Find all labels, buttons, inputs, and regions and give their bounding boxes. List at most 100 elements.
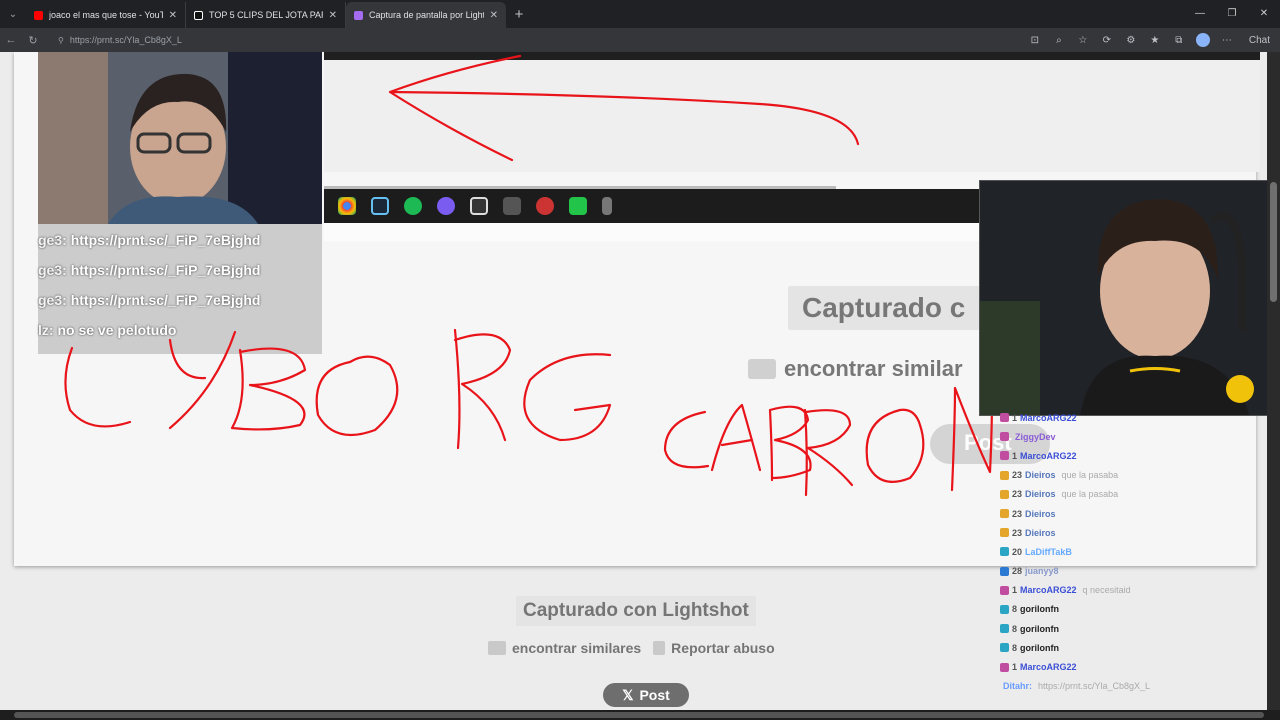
chrome-icon: [338, 197, 356, 215]
chat-num: 1: [1012, 412, 1018, 423]
badge-icon: [1000, 432, 1009, 442]
toolbar-icons: ⊡ ⌕ ☆ ⟳ ⚙ ★ ⧉ ⋯ Chat: [1023, 28, 1280, 52]
close-tab-icon[interactable]: ✕: [490, 10, 498, 21]
back-icon[interactable]: ←: [0, 34, 22, 46]
chat-row: 20 LaDiffTakB: [1000, 542, 1250, 561]
close-tab-icon[interactable]: ✕: [329, 10, 337, 21]
badge-icon: [1000, 509, 1009, 519]
stream-chat-overlay-right: 1 MarcoARG22 ZiggyDev 1 MarcoARG22 23 Dieir…: [1000, 408, 1250, 698]
scrollbar-thumb[interactable]: [1270, 182, 1277, 302]
chat-text: que la pasaba: [1061, 489, 1119, 500]
copilot-chat-button[interactable]: Chat: [1239, 35, 1280, 46]
horizontal-scrollbar[interactable]: [0, 710, 1280, 720]
report-abuse-link[interactable]: Reportar abuso: [653, 640, 775, 656]
collections-icon[interactable]: ⧉: [1167, 35, 1191, 46]
pin-app-icon: [602, 197, 612, 215]
flag-icon: [653, 641, 666, 655]
favorites-icon[interactable]: ★: [1143, 35, 1167, 46]
chat-num: 1: [1012, 662, 1018, 673]
chat-num: 23: [1012, 489, 1023, 500]
chat-row: 8 gorilonfn: [1000, 619, 1250, 638]
chat-row: ZiggyDev: [1000, 427, 1250, 446]
tiktok-icon: [194, 10, 203, 20]
tab-search-icon[interactable]: ⌄: [0, 0, 26, 28]
inner-find-similar: encontrar similar: [748, 356, 963, 382]
find-similar-link[interactable]: encontrar similares: [488, 640, 641, 656]
chat-text: que la pasaba: [1061, 470, 1119, 481]
tab-tiktok[interactable]: TOP 5 CLIPS DEL JOTA PARTE 2 | T ✕: [186, 2, 346, 28]
tab-title: joaco el mas que tose - YouTube: [49, 10, 163, 20]
badge-icon: [1000, 624, 1009, 634]
reload-icon[interactable]: ↻: [22, 34, 44, 47]
lightshot-title: Capturado con Lightshot: [516, 596, 756, 626]
chat-user: MarcoARG22: [1020, 585, 1077, 596]
chat-user: MarcoARG22: [1020, 412, 1077, 423]
badge-icon: [1000, 604, 1009, 614]
app-icon[interactable]: ⊡: [1023, 35, 1047, 46]
badge-icon: [1000, 547, 1009, 557]
badge-icon: [1000, 528, 1009, 538]
chat-row: Ditahr: https://prnt.sc/Yla_Cb8gX_L: [1000, 677, 1250, 696]
chat-user: gorilonfn: [1020, 623, 1060, 634]
x-logo-icon: 𝕏: [622, 686, 634, 703]
report-abuse-label: Reportar abuso: [671, 640, 775, 656]
chat-user: MarcoARG22: [1020, 450, 1077, 461]
inner-find-label: encontrar similar: [784, 356, 963, 381]
refresh-extension-icon[interactable]: ⟳: [1095, 35, 1119, 46]
tab-title: Captura de pantalla por Lightshot: [369, 10, 484, 20]
stream-chat-overlay-left: ge3: https://prnt.sc/_FiP_7eBjghd ge3: h…: [38, 224, 322, 354]
chat-num: 20: [1012, 546, 1023, 557]
site-info-icon[interactable]: ⚲: [58, 36, 64, 45]
webcam-left: [38, 52, 322, 224]
chat-row: 1 MarcoARG22 q necesitaid: [1000, 581, 1250, 600]
chat-user: gorilonfn: [1020, 642, 1060, 653]
chat-user: Dieiros: [1025, 527, 1056, 538]
chat-row: 8 gorilonfn: [1000, 638, 1250, 657]
steam-icon: [371, 197, 389, 215]
badge-icon: [1000, 413, 1009, 423]
profile-avatar[interactable]: [1195, 33, 1210, 47]
chat-num: 8: [1012, 642, 1018, 653]
chat-user: MarcoARG22: [1020, 662, 1077, 673]
chat-num: 8: [1012, 623, 1018, 634]
find-similar-label: encontrar similares: [512, 640, 642, 656]
chat-num: 8: [1012, 604, 1018, 615]
green-app-icon: [569, 197, 587, 215]
address-bar[interactable]: ⚲ https://prnt.sc/Yla_Cb8gX_L: [50, 31, 1030, 49]
lightshot-icon: [354, 10, 363, 20]
favorite-star-icon[interactable]: ☆: [1071, 35, 1095, 46]
chat-text: https://prnt.sc/_FiP_7eBjghd: [70, 232, 261, 248]
badge-icon: [1000, 451, 1009, 461]
chat-row: 23 Dieiros que la pasaba: [1000, 466, 1250, 485]
webcam-right-image: [980, 181, 1267, 415]
chat-row: 1 MarcoARG22: [1000, 657, 1250, 676]
chat-num: 1: [1012, 450, 1018, 461]
scrollbar-thumb[interactable]: [14, 712, 1264, 718]
vertical-scrollbar[interactable]: [1267, 52, 1280, 710]
close-window-icon[interactable]: ✕: [1248, 0, 1280, 28]
minimize-icon[interactable]: —: [1184, 0, 1216, 28]
zoom-icon[interactable]: ⌕: [1047, 35, 1071, 46]
screenshot-white-band: [324, 223, 994, 241]
extension-icon[interactable]: ⚙: [1119, 35, 1143, 46]
new-tab-button[interactable]: +: [506, 6, 532, 23]
more-menu-icon[interactable]: ⋯: [1215, 35, 1239, 46]
chat-num: 23: [1012, 527, 1023, 538]
chat-text: https://prnt.sc/Yla_Cb8gX_L: [1038, 681, 1151, 692]
chat-text: q necesitaid: [1082, 585, 1131, 596]
post-on-x-button[interactable]: 𝕏 Post: [603, 683, 689, 707]
chat-text: https://prnt.sc/_FiP_7eBjghd: [70, 262, 261, 278]
chat-num: 23: [1012, 470, 1023, 481]
chat-user: ZiggyDev: [1015, 431, 1056, 442]
tab-youtube[interactable]: joaco el mas que tose - YouTube ✕: [26, 2, 186, 28]
post-label: Post: [639, 687, 670, 703]
discord-icon: [437, 197, 455, 215]
tab-lightshot[interactable]: Captura de pantalla por Lightshot ✕: [346, 2, 506, 28]
chat-num: 28: [1012, 566, 1023, 577]
chat-user: lz:: [38, 322, 54, 338]
chat-row: 23 Dieiros: [1000, 523, 1250, 542]
maximize-icon[interactable]: ❐: [1216, 0, 1248, 28]
close-tab-icon[interactable]: ✕: [169, 10, 177, 21]
chat-message: ge3: https://prnt.sc/_FiP_7eBjghd: [38, 262, 261, 278]
chat-user: Dieiros: [1025, 489, 1056, 500]
